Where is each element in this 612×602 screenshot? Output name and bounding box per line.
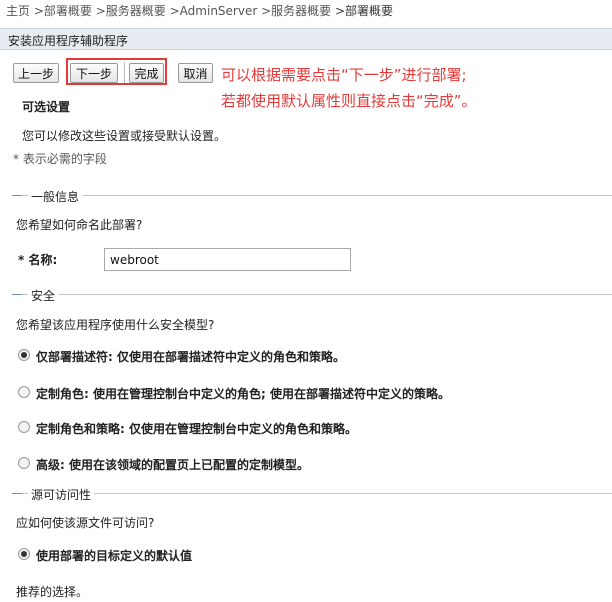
security-option-custom-roles-label[interactable]: 定制角色: 使用在管理控制台中定义的角色; 使用在部署描述符中定义的策略。 xyxy=(36,385,450,402)
general-question: 您希望如何命名此部署? xyxy=(16,218,143,232)
section-source-accessibility-label: 源可访问性 xyxy=(28,486,95,503)
breadcrumb-current: >部署概要 xyxy=(335,4,394,18)
source-option-default-label[interactable]: 使用部署的目标定义的默认值 xyxy=(36,547,192,564)
source-question: 应如何使该源文件可访问? xyxy=(16,516,155,530)
breadcrumb-deployments[interactable]: >部署概要 xyxy=(34,4,92,18)
security-option-advanced-radio[interactable] xyxy=(18,457,30,469)
annotation-line-1: 可以根据需要点击“下一步”进行部署; xyxy=(221,66,467,84)
security-question: 您希望该应用程序使用什么安全模型? xyxy=(16,318,215,332)
section-general-info-label: 一般信息 xyxy=(28,188,83,205)
finish-button[interactable]: 完成 xyxy=(129,63,164,83)
cancel-button[interactable]: 取消 xyxy=(178,63,213,83)
breadcrumb-server-summary[interactable]: >服务器概要 xyxy=(96,4,166,18)
annotation-line-2: 若都使用默认属性则直接点击“完成”。 xyxy=(221,92,477,110)
wizard-title: 安装应用程序辅助程序 xyxy=(8,34,129,48)
optional-settings-desc: 您可以修改这些设置或接受默认设置。 xyxy=(22,129,227,143)
section-security-label: 安全 xyxy=(28,287,59,304)
security-option-custom-roles-policies-radio[interactable] xyxy=(18,421,30,433)
security-option-custom-roles-radio[interactable] xyxy=(18,386,30,398)
section-security: 安全 xyxy=(12,287,612,304)
breadcrumb-adminserver[interactable]: >AdminServer xyxy=(170,4,258,18)
security-option-dd-only-label[interactable]: 仅部署描述符: 仅使用在部署描述符中定义的角色和策略。 xyxy=(36,348,345,365)
section-source-accessibility: 源可访问性 xyxy=(12,486,612,503)
breadcrumb-server-summary-2[interactable]: >服务器概要 xyxy=(261,4,331,18)
security-option-advanced-label[interactable]: 高级: 使用在该领域的配置页上已配置的定制模型。 xyxy=(36,456,309,473)
optional-settings-heading: 可选设置 xyxy=(22,100,71,114)
source-recommended-note: 推荐的选择。 xyxy=(16,585,89,599)
required-fields-note: * 表示必需的字段 xyxy=(13,152,107,166)
button-divider xyxy=(124,62,125,84)
security-option-custom-roles-policies-label[interactable]: 定制角色和策略: 仅使用在管理控制台中定义的角色和策略。 xyxy=(36,420,357,437)
breadcrumb: 主页 >部署概要 >服务器概要 >AdminServer >服务器概要 >部署概… xyxy=(6,2,393,19)
wizard-title-bar: 安装应用程序辅助程序 xyxy=(0,28,612,50)
breadcrumb-home[interactable]: 主页 xyxy=(6,4,30,18)
next-button[interactable]: 下一步 xyxy=(70,63,118,83)
source-option-default-radio[interactable] xyxy=(18,548,30,560)
section-general-info: 一般信息 xyxy=(12,188,612,205)
security-option-dd-only-radio[interactable] xyxy=(18,349,30,361)
name-input[interactable] xyxy=(104,248,351,271)
prev-button[interactable]: 上一步 xyxy=(13,63,59,83)
name-field-label: * 名称: xyxy=(18,253,58,267)
